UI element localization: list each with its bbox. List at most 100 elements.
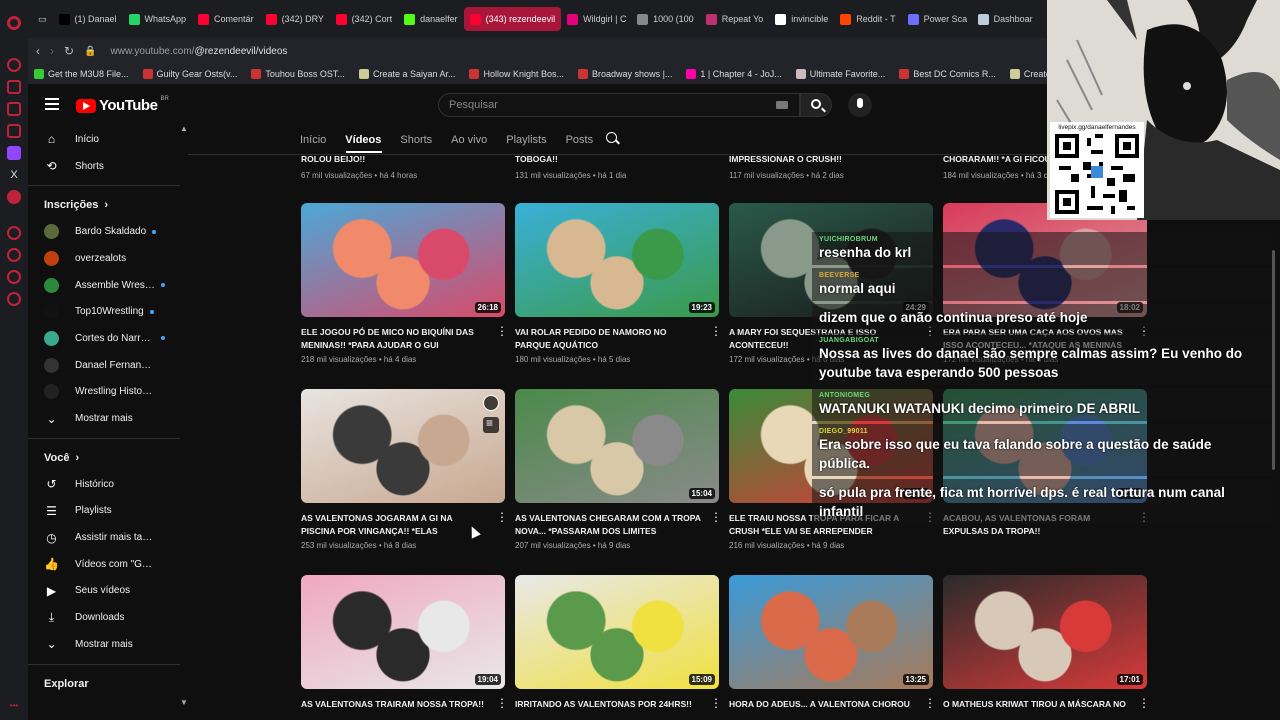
back-icon[interactable]: ‹ <box>36 44 40 58</box>
scroll-down-icon[interactable]: ▼ <box>180 698 188 707</box>
video-card[interactable]: 13:25 HORA DO ADEUS... A VALENTONA CHOROU <box>729 575 936 714</box>
browser-tab[interactable]: Comentár <box>192 7 260 31</box>
bookmark-item[interactable]: 1 | Chapter 4 - JoJ... <box>686 69 782 79</box>
sidebar-item[interactable]: ⟲ Shorts <box>28 153 188 180</box>
video-thumbnail[interactable]: 13:25 <box>729 575 933 689</box>
tab-posts[interactable]: Posts <box>566 134 594 146</box>
video-card[interactable]: 17:01 O MATHEUS KRIWAT TIROU A MÁSCARA NO <box>943 575 1150 714</box>
keyboard-icon[interactable] <box>776 101 788 109</box>
scrollbar[interactable] <box>1272 250 1275 470</box>
sidebar-item[interactable]: Top10Wrestling <box>28 298 188 325</box>
video-title[interactable]: AS VALENTONAS TRAIRAM NOSSA TROPA!! <box>301 698 487 711</box>
sidebar-item[interactable]: ☰ Playlists <box>28 498 188 525</box>
browser-tab[interactable]: (342) Cort <box>330 7 399 31</box>
sidebar-item[interactable]: ⌄ Mostrar mais <box>28 631 188 658</box>
browser-tab[interactable]: Repeat Yo <box>700 7 770 31</box>
video-title[interactable]: AS VALENTONAS CHEGARAM COM A TROPA NOVA.… <box>515 512 701 538</box>
video-card[interactable]: 15:04 AS VALENTONAS CHEGARAM COM A TROPA … <box>515 389 722 550</box>
video-card[interactable]: IMPRESSIONAR O CRUSH!! 117 mil visualizaç… <box>729 153 933 180</box>
opera-logo-icon[interactable] <box>7 16 21 30</box>
url-field[interactable]: www.youtube.com/@rezendeevil/videos <box>111 46 288 57</box>
bookmark-item[interactable]: Get the M3U8 File... <box>34 69 129 79</box>
video-thumbnail[interactable]: 19:04 <box>301 575 505 689</box>
video-thumbnail[interactable]: 15:09 <box>515 575 719 689</box>
sidebar-item[interactable]: 👍 Vídeos com "Gostei" <box>28 551 188 578</box>
watch-later-icon[interactable] <box>483 395 499 411</box>
more-options-icon[interactable] <box>710 324 722 338</box>
tab-shorts[interactable]: Shorts <box>400 134 432 146</box>
video-title[interactable]: TOBOGA!! <box>515 153 701 166</box>
sidebar-item[interactable]: Bardo Skaldado <box>28 218 188 245</box>
video-title[interactable]: O MATHEUS KRIWAT TIROU A MÁSCARA NO <box>943 698 1129 711</box>
history-rail-icon[interactable] <box>7 248 21 262</box>
video-title[interactable]: AS VALENTONAS JOGARAM A GI NA PISCINA PO… <box>301 512 487 538</box>
more-options-icon[interactable] <box>496 324 508 338</box>
video-thumbnail[interactable]: 19:23 <box>515 203 719 317</box>
clock-icon[interactable] <box>7 226 21 240</box>
browser-tab[interactable]: danaelfer <box>398 7 464 31</box>
channel-search-button[interactable] <box>603 130 623 150</box>
qr-code[interactable]: livepix.gg/danaelfernandes <box>1050 122 1144 218</box>
voice-search-button[interactable] <box>848 93 872 117</box>
browser-tab[interactable]: Power Sca <box>902 7 972 31</box>
sidebar-item[interactable]: Wrestling Historian <box>28 379 188 406</box>
tab-ao-vivo[interactable]: Ao vivo <box>451 134 487 146</box>
sidebar-item[interactable]: ⌄ Mostrar mais <box>28 405 188 432</box>
bookmark-item[interactable]: Create a Saiyan Ar... <box>358 69 455 79</box>
browser-tab[interactable]: (343) rezendeevil <box>463 7 562 31</box>
video-icon[interactable] <box>7 124 21 138</box>
x-icon[interactable]: X <box>7 168 21 182</box>
sidebar-item[interactable]: Cortes do Narrat... <box>28 325 188 352</box>
more-options-icon[interactable] <box>710 696 722 710</box>
menu-icon[interactable] <box>45 98 59 110</box>
video-card[interactable]: 19:04 AS VALENTONAS TRAIRAM NOSSA TROPA!! <box>301 575 508 714</box>
add-to-queue-icon[interactable] <box>483 416 499 433</box>
refresh-icon[interactable] <box>7 58 21 72</box>
bookmark-item[interactable]: Guilty Gear Osts(v... <box>142 69 237 79</box>
browser-tab[interactable]: 1000 (100 <box>631 7 700 31</box>
sidebar-item[interactable]: Assemble Wrestl... <box>28 272 188 299</box>
you-heading[interactable]: Você › <box>28 445 188 471</box>
flow-icon[interactable] <box>7 270 21 284</box>
bookmark-item[interactable]: Touhou Boss OST... <box>251 69 345 79</box>
scroll-up-icon[interactable]: ▲ <box>180 124 188 133</box>
more-icon[interactable]: ••• <box>10 701 18 710</box>
video-title[interactable]: ELE JOGOU PÓ DE MICO NO BIQUÍNI DAS MENI… <box>301 326 487 352</box>
sidebar-item[interactable]: ⌂ Início <box>28 126 188 153</box>
browser-tab[interactable]: invincible <box>769 7 834 31</box>
video-title[interactable]: ROLOU BEIJO!! <box>301 153 487 166</box>
explore-heading[interactable]: Explorar <box>28 671 188 697</box>
video-card[interactable]: 15:09 IRRITANDO AS VALENTONAS POR 24HRS!! <box>515 575 722 714</box>
browser-tab[interactable]: (1) Danael <box>53 7 123 31</box>
video-card[interactable]: 26:18 ELE JOGOU PÓ DE MICO NO BIQUÍNI DAS… <box>301 203 508 364</box>
video-thumbnail[interactable]: 15:04 <box>515 389 719 503</box>
messages-icon[interactable] <box>7 102 21 116</box>
forward-icon[interactable]: › <box>50 44 54 58</box>
browser-tab[interactable]: WhatsApp <box>123 7 193 31</box>
video-card[interactable]: 19:23 VAI ROLAR PEDIDO DE NAMORO NO PARQU… <box>515 203 722 364</box>
bookmark-item[interactable]: Best DC Comics R... <box>899 69 996 79</box>
video-thumbnail[interactable] <box>301 389 505 503</box>
search-input[interactable]: Pesquisar <box>438 93 800 117</box>
tab-playlists[interactable]: Playlists <box>506 134 546 146</box>
video-thumbnail[interactable]: 26:18 <box>301 203 505 317</box>
settings-rail-icon[interactable] <box>7 292 21 306</box>
tab-vídeos[interactable]: Vídeos <box>345 134 381 146</box>
more-options-icon[interactable] <box>496 696 508 710</box>
browser-tab[interactable]: Wildgirl | C <box>561 7 631 31</box>
video-card[interactable]: ROLOU BEIJO!! 67 mil visualizações • há 4… <box>301 153 505 180</box>
video-title[interactable]: IRRITANDO AS VALENTONAS POR 24HRS!! <box>515 698 701 711</box>
tab-overview-icon[interactable]: ▭ <box>32 7 53 31</box>
youtube-icon[interactable] <box>7 190 21 204</box>
video-title[interactable]: IMPRESSIONAR O CRUSH!! <box>729 153 915 166</box>
youtube-logo[interactable]: YouTube BR <box>76 96 169 114</box>
bookmark-item[interactable]: Hollow Knight Bos... <box>469 69 564 79</box>
sidebar-item[interactable]: ▶ Seus vídeos <box>28 578 188 605</box>
more-options-icon[interactable] <box>1138 696 1150 710</box>
search-button[interactable] <box>800 93 832 117</box>
browser-tab[interactable]: Dashboar <box>972 7 1039 31</box>
subscriptions-heading[interactable]: Inscrições › <box>28 192 188 218</box>
browser-tab[interactable]: Reddit - T <box>834 7 901 31</box>
browser-tab[interactable]: (342) DRY <box>260 7 330 31</box>
sidebar-item[interactable]: Danael Fernandes <box>28 352 188 379</box>
